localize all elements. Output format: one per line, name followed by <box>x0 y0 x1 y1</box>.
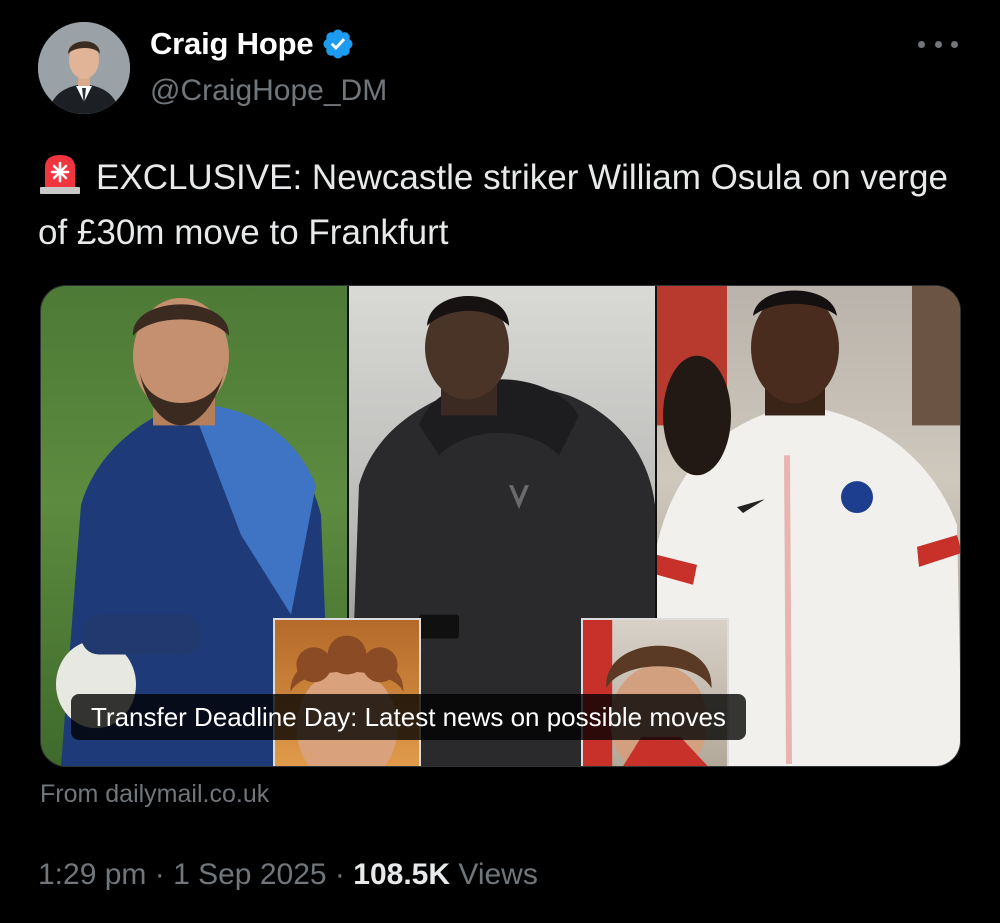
views-label: Views <box>458 858 538 891</box>
tweet-text: EXCLUSIVE: Newcastle striker William Osu… <box>38 150 968 260</box>
more-dot <box>934 40 942 48</box>
card-source-link[interactable]: From dailymail.co.uk <box>40 780 269 809</box>
tweet: Craig Hope @CraigHope_DM EXCLUSIVE: Newc… <box>0 0 1000 923</box>
inset-photo-1 <box>273 618 421 766</box>
views-count[interactable]: 108.5K <box>353 858 450 891</box>
tweet-date[interactable]: 1 Sep 2025 <box>173 858 326 891</box>
display-name[interactable]: Craig Hope <box>150 26 314 62</box>
more-dot <box>951 40 958 48</box>
tweet-body-text: EXCLUSIVE: Newcastle striker William Osu… <box>38 158 948 252</box>
meta-separator: · <box>334 858 345 891</box>
link-card-image[interactable]: Transfer Deadline Day: Latest news on po… <box>40 285 961 767</box>
author-handle[interactable]: @CraigHope_DM <box>150 74 387 108</box>
meta-separator: · <box>154 858 165 891</box>
author-name-row[interactable]: Craig Hope <box>150 26 355 62</box>
rotating-light-icon <box>38 153 82 195</box>
inset-photo-2 <box>581 618 729 766</box>
verified-badge-icon <box>323 29 353 59</box>
tweet-time[interactable]: 1:29 pm <box>38 858 146 891</box>
more-dot <box>918 40 925 48</box>
tweet-meta: 1:29 pm · 1 Sep 2025 · 108.5K Views <box>38 858 538 892</box>
card-caption: Transfer Deadline Day: Latest news on po… <box>71 694 746 740</box>
more-options-icon[interactable] <box>918 34 958 54</box>
avatar[interactable] <box>38 22 130 114</box>
